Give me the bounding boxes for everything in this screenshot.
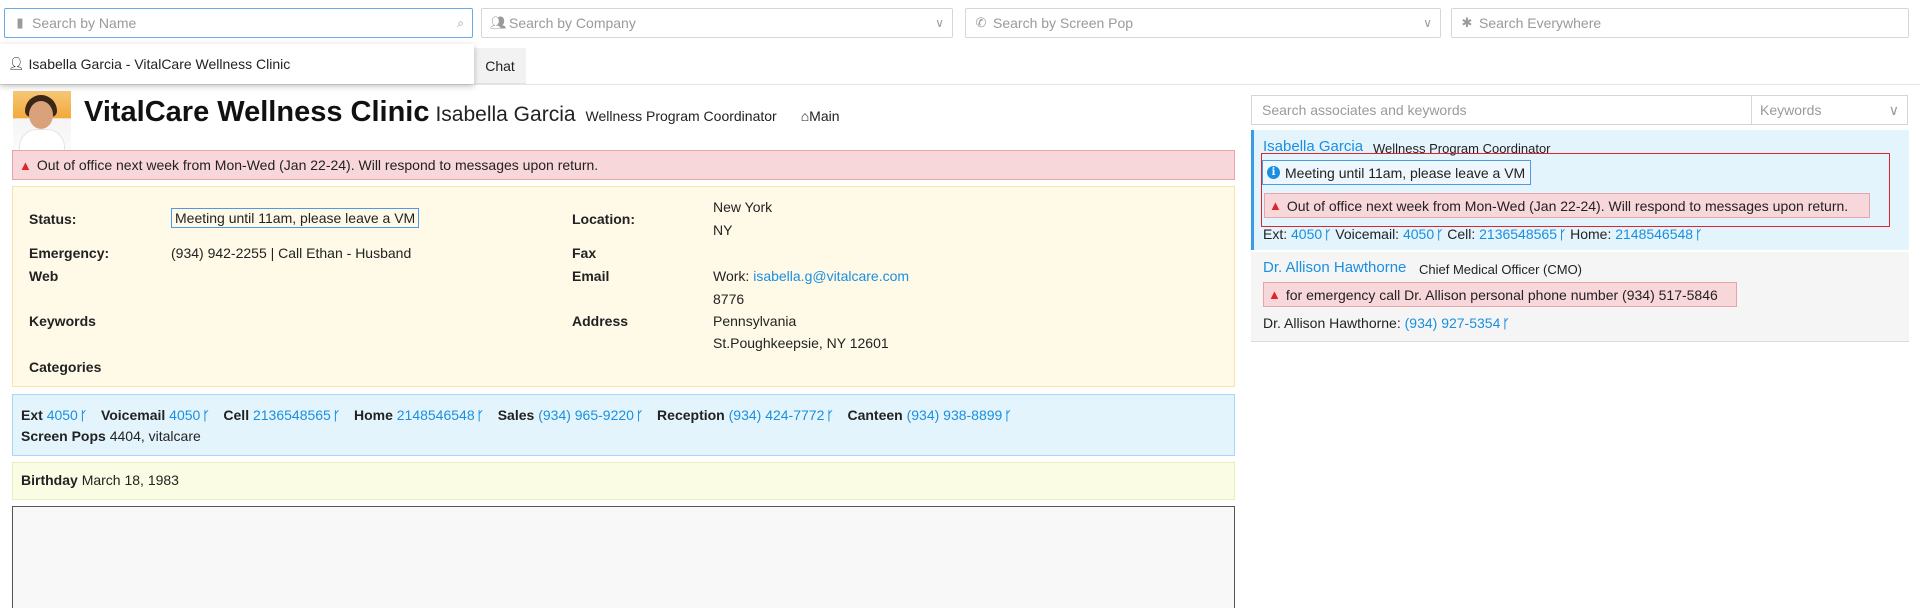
chevron-down-icon: ∨ xyxy=(1888,101,1899,118)
email-link[interactable]: isabella.g@vitalcare.com xyxy=(753,268,909,284)
associate-cell-link[interactable]: 2136548565 xyxy=(1479,226,1557,242)
search-by-screen-pop-input[interactable]: ✆ Search by Screen Pop ∨ xyxy=(965,8,1441,38)
associate-phone-line: Dr. Allison Hawthorne: (934) 927-5354 ᚴ xyxy=(1263,315,1510,331)
avatar xyxy=(13,91,71,151)
fork-icon[interactable]: ᚴ xyxy=(1502,317,1509,331)
keywords-select[interactable]: Keywords ∨ xyxy=(1752,95,1908,125)
home-icon: ⌂ xyxy=(800,108,810,124)
fork-icon[interactable]: ᚴ xyxy=(477,409,484,423)
address-line-1: Pennsylvania xyxy=(713,313,797,329)
contact-info-panel: Status: Meeting until 11am, please leave… xyxy=(12,186,1235,387)
search-by-company-input[interactable]: 👥︎ Search by Company ∨ xyxy=(481,8,953,38)
fork-icon[interactable]: ᚴ xyxy=(1004,409,1011,423)
sales-label: Sales xyxy=(497,407,535,423)
warning-icon: ▲ xyxy=(19,157,32,173)
associate-phones-line: Ext: 4050 ᚴ Voicemail: 4050 ᚴ Cell: 213654… xyxy=(1263,226,1703,242)
reception-label: Reception xyxy=(657,407,725,423)
emergency-value: (934) 942-2255 | Call Ethan - Husband xyxy=(171,245,412,261)
person-role: Wellness Program Coordinator xyxy=(585,108,777,124)
fork-icon[interactable]: ᚴ xyxy=(1436,228,1443,242)
screen-pops-label: Screen Pops xyxy=(21,428,106,444)
search-icon: ⌕ xyxy=(457,15,464,30)
search-everywhere-input[interactable]: ✱ Search Everywhere xyxy=(1451,8,1909,38)
screen-pops-line: Screen Pops 4404, vitalcare xyxy=(21,426,1226,446)
home-label: Home xyxy=(353,407,393,423)
location-line-1: New York xyxy=(713,199,773,215)
email-value: Work: isabella.g@vitalcare.com xyxy=(713,268,910,284)
search-result-label: Isabella Garcia - VitalCare Wellness Cli… xyxy=(28,56,291,72)
categories-label: Categories xyxy=(29,359,102,375)
emergency-label: Emergency: xyxy=(29,245,110,261)
associate-role: Chief Medical Officer (CMO) xyxy=(1419,262,1583,277)
associate-name-link[interactable]: Dr. Allison Hawthorne xyxy=(1263,259,1406,276)
associate-phone-link[interactable]: (934) 927-5354 xyxy=(1405,315,1501,331)
birthday-label: Birthday xyxy=(21,472,78,488)
address-label: Address xyxy=(572,313,629,329)
info-icon: i xyxy=(1267,166,1280,179)
web-label: Web xyxy=(29,268,59,284)
out-of-office-alert: ▲ Out of office next week from Mon-Wed (… xyxy=(12,150,1235,180)
reception-link[interactable]: (934) 424-7772 xyxy=(729,407,825,423)
associate-ext-link[interactable]: 4050 xyxy=(1291,226,1322,242)
warning-icon: ▲ xyxy=(1269,198,1282,213)
tab-chat[interactable]: Chat xyxy=(474,48,526,84)
phone-numbers-line: Ext 4050 ᚴ Voicemail 4050 ᚴ Cell 213654856… xyxy=(21,405,1226,426)
chevron-down-icon: ∨ xyxy=(935,16,944,30)
email-label: Email xyxy=(572,268,610,284)
associate-voicemail-link[interactable]: 4050 xyxy=(1403,226,1434,242)
fork-icon[interactable]: ᚴ xyxy=(1695,228,1702,242)
people-icon: 👥︎ xyxy=(490,15,507,30)
fork-icon[interactable]: ᚴ xyxy=(636,409,643,423)
home-link[interactable]: 2148546548 xyxy=(397,407,475,423)
alert-text: Out of office next week from Mon-Wed (Ja… xyxy=(36,157,599,173)
associate-home-link[interactable]: 2148546548 xyxy=(1615,226,1693,242)
cell-label: Cell xyxy=(223,407,250,423)
user-icon: 👤︎ xyxy=(8,56,25,71)
tab-chat-label: Chat xyxy=(485,57,515,74)
main-link[interactable]: ⌂Main xyxy=(801,108,840,124)
associate-emergency-alert: ▲ for emergency call Dr. Allison persona… xyxy=(1263,282,1737,307)
location-line-2: NY xyxy=(713,222,733,238)
fork-icon[interactable]: ᚴ xyxy=(826,409,833,423)
ext-label: Ext xyxy=(21,407,43,423)
email-line-2: 8776 xyxy=(713,291,745,307)
fork-icon[interactable]: ᚴ xyxy=(1559,228,1566,242)
search-result-item[interactable]: 👤︎ Isabella Garcia - VitalCare Wellness … xyxy=(0,44,474,84)
search-by-name-input[interactable]: ▮ Search by Name ⌕ xyxy=(4,8,473,38)
fork-icon[interactable]: ᚴ xyxy=(1324,228,1331,242)
voicemail-label: Voicemail xyxy=(100,407,166,423)
fax-label: Fax xyxy=(572,245,597,261)
screen-pops-value: 4404, vitalcare xyxy=(109,428,201,444)
associate-status-box: i Meeting until 11am, please leave a VM xyxy=(1262,160,1531,185)
associates-search-input[interactable]: Search associates and keywords xyxy=(1251,95,1752,125)
birthday-panel: Birthday March 18, 1983 xyxy=(12,462,1235,500)
associate-out-of-office-alert: ▲ Out of office next week from Mon-Wed (… xyxy=(1264,193,1870,218)
company-name: VitalCare Wellness Clinic xyxy=(84,96,430,128)
fork-icon[interactable]: ᚴ xyxy=(80,409,87,423)
canteen-label: Canteen xyxy=(847,407,903,423)
fork-icon[interactable]: ᚴ xyxy=(333,409,340,423)
cell-link[interactable]: 2136548565 xyxy=(253,407,331,423)
fork-icon[interactable]: ᚴ xyxy=(202,409,209,423)
status-value: Meeting until 11am, please leave a VM xyxy=(171,208,420,228)
location-label: Location: xyxy=(572,211,635,227)
person-name: Isabella Garcia xyxy=(435,103,576,126)
warning-icon: ▲ xyxy=(1268,287,1281,302)
contact-header: VitalCare Wellness Clinic Isabella Garci… xyxy=(84,96,840,136)
sales-link[interactable]: (934) 965-9220 xyxy=(538,407,634,423)
voicemail-link[interactable]: 4050 xyxy=(169,407,200,423)
notes-area[interactable] xyxy=(12,506,1235,608)
ext-link[interactable]: 4050 xyxy=(47,407,78,423)
keywords-label: Keywords xyxy=(29,313,96,329)
birthday-value: March 18, 1983 xyxy=(81,472,179,488)
person-card-icon: ▮ xyxy=(16,15,24,30)
phone-icon: ✆ xyxy=(975,15,987,30)
canteen-link[interactable]: (934) 938-8899 xyxy=(907,407,1003,423)
address-line-2: St.Poughkeepsie, NY 12601 xyxy=(713,335,889,351)
status-label: Status: xyxy=(29,211,77,227)
tab-strip-divider xyxy=(0,84,1920,85)
asterisk-icon: ✱ xyxy=(1461,15,1473,30)
chevron-down-icon: ∨ xyxy=(1423,16,1432,30)
phones-panel: Ext 4050 ᚴ Voicemail 4050 ᚴ Cell 213654856… xyxy=(12,394,1235,456)
